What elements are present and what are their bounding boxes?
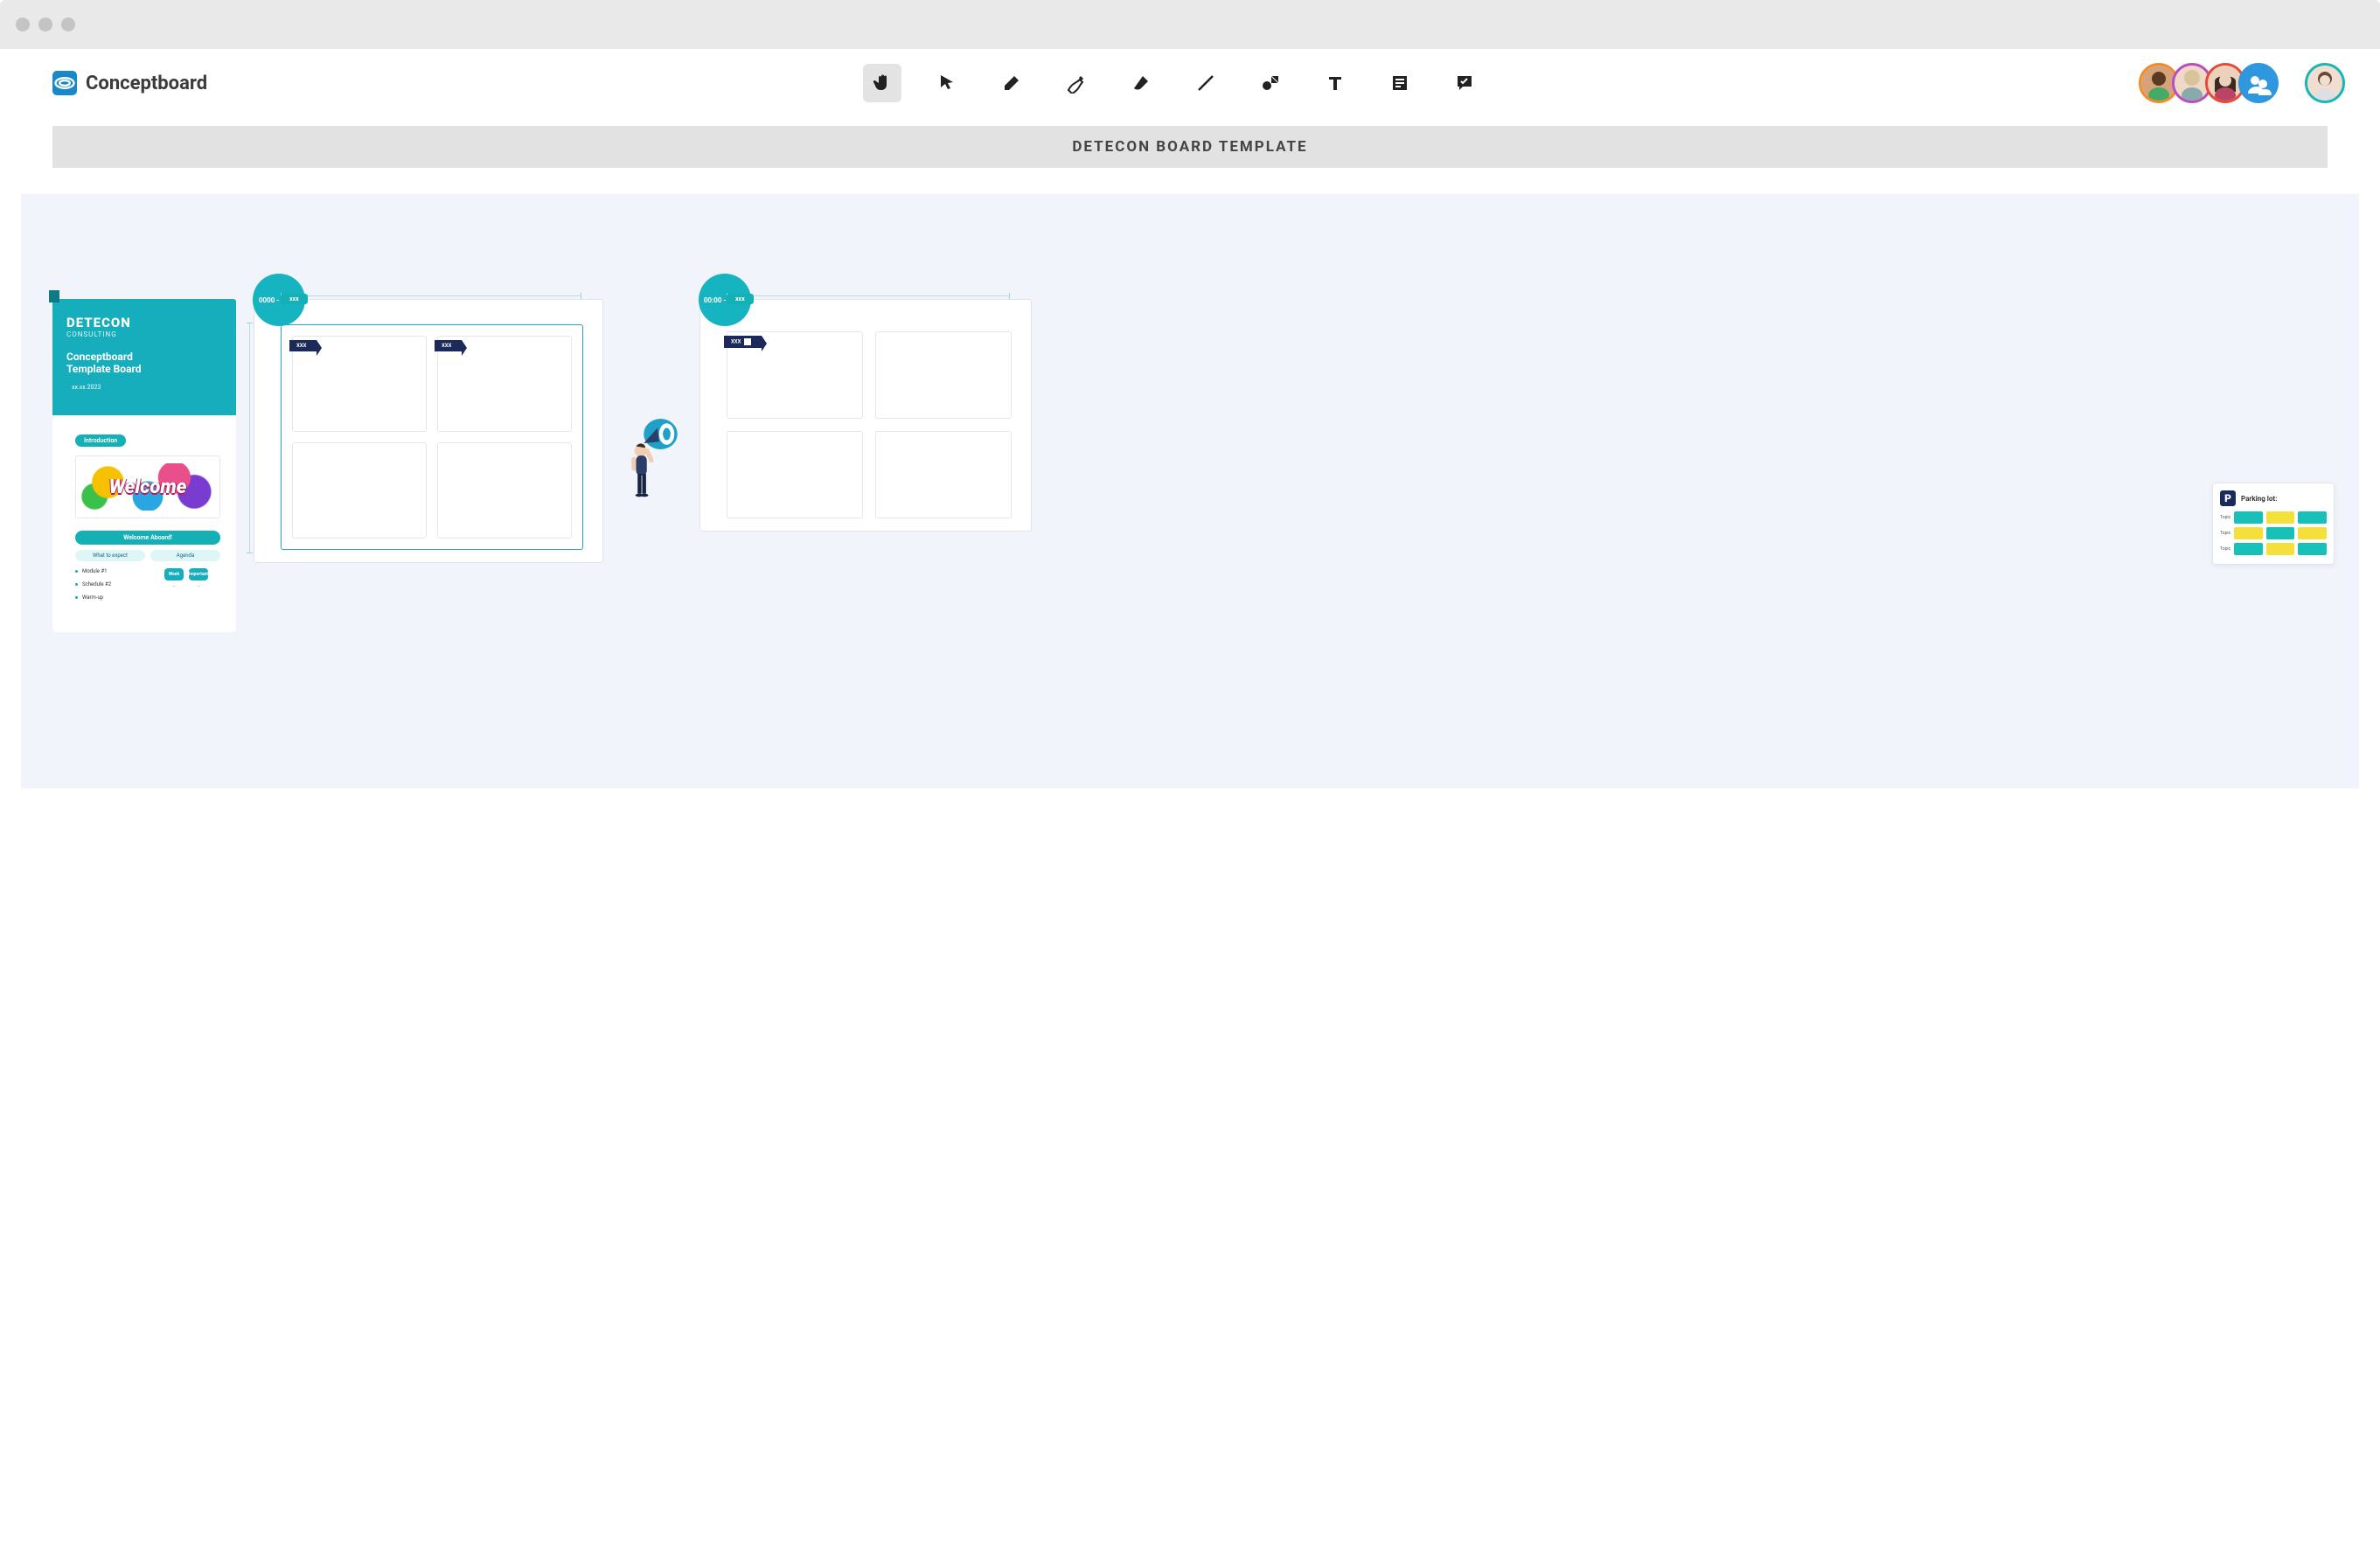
parking-icon: P bbox=[2220, 490, 2236, 506]
board-canvas[interactable]: DETECON CONSULTING Conceptboard Template… bbox=[21, 194, 2359, 789]
avatar-current-user[interactable] bbox=[2305, 63, 2345, 103]
intro-chip: Introduction bbox=[75, 434, 126, 447]
cover-brand: DETECON bbox=[66, 315, 222, 330]
parking-title: Parking lot: bbox=[2241, 495, 2277, 503]
window-dot bbox=[38, 17, 52, 31]
text-tool[interactable] bbox=[1316, 64, 1354, 102]
share-button[interactable] bbox=[2238, 63, 2279, 103]
sticky[interactable] bbox=[2266, 511, 2295, 524]
section-a-label: xxx bbox=[281, 294, 308, 304]
board-title: DETECON BOARD TEMPLATE bbox=[1072, 138, 1307, 156]
col-expect-label: What to expect bbox=[75, 550, 145, 561]
brush-tool[interactable] bbox=[1122, 64, 1160, 102]
section-a[interactable]: 0000 - 00:00 xxx XXX XXX bbox=[254, 299, 603, 563]
sticky[interactable] bbox=[2234, 543, 2263, 555]
frame-b3[interactable] bbox=[727, 431, 863, 518]
frame-b2[interactable] bbox=[875, 331, 1012, 419]
brand-logo-icon bbox=[52, 71, 77, 95]
pointer-tool[interactable] bbox=[928, 64, 966, 102]
frame-a4[interactable] bbox=[437, 442, 572, 539]
welcome-aboard-header: Welcome Aboard! bbox=[75, 531, 220, 545]
window-dot bbox=[16, 17, 30, 31]
frame-b1[interactable]: XXX bbox=[727, 331, 863, 419]
hand-tool[interactable] bbox=[863, 64, 901, 102]
frame-b4[interactable] bbox=[875, 431, 1012, 518]
welcome-text: Welcome bbox=[109, 476, 187, 498]
app-brand[interactable]: Conceptboard bbox=[52, 71, 207, 95]
parking-lot-card[interactable]: P Parking lot: Topic Topic Topic bbox=[2212, 483, 2335, 565]
collaborators bbox=[2139, 63, 2345, 103]
cover-card[interactable]: DETECON CONSULTING Conceptboard Template… bbox=[52, 299, 236, 632]
board-title-strip: DETECON BOARD TEMPLATE bbox=[52, 126, 2328, 168]
cover-date: xx.xx.2023 bbox=[66, 384, 222, 391]
sticky[interactable] bbox=[2234, 527, 2263, 539]
line-tool[interactable] bbox=[1187, 64, 1225, 102]
sticky[interactable] bbox=[2266, 543, 2295, 555]
sticky[interactable] bbox=[2266, 527, 2295, 539]
eraser-tool[interactable] bbox=[992, 64, 1031, 102]
selection-outline[interactable]: XXX XXX bbox=[281, 324, 583, 550]
pen-tool[interactable] bbox=[1057, 64, 1096, 102]
sticky[interactable] bbox=[2298, 511, 2327, 524]
note-tool[interactable] bbox=[1381, 64, 1419, 102]
cover-title: Conceptboard Template Board bbox=[66, 351, 222, 375]
welcome-image: Welcome bbox=[75, 455, 220, 518]
frame-a1[interactable]: XXX bbox=[292, 336, 427, 432]
toolbar bbox=[863, 64, 1484, 102]
comment-tool[interactable] bbox=[1445, 64, 1484, 102]
ruler-h bbox=[281, 295, 581, 296]
browser-chrome bbox=[0, 0, 2380, 49]
sticky[interactable] bbox=[2298, 527, 2327, 539]
frame-a2[interactable]: XXX bbox=[437, 336, 572, 432]
top-bar: Conceptboard bbox=[0, 49, 2380, 117]
col-agenda-label: Agenda bbox=[150, 550, 220, 561]
sticky[interactable] bbox=[2298, 543, 2327, 555]
frame-a3[interactable] bbox=[292, 442, 427, 539]
section-b-label: xxx bbox=[727, 294, 754, 304]
shape-tool[interactable] bbox=[1251, 64, 1290, 102]
window-dot bbox=[61, 17, 75, 31]
section-b[interactable]: 00:00 - 00:00 xxx XXX bbox=[699, 299, 1032, 532]
sticky[interactable] bbox=[2234, 511, 2263, 524]
megaphone-illustration bbox=[621, 413, 682, 508]
ruler-h bbox=[727, 295, 1010, 296]
ruler-v bbox=[249, 323, 250, 553]
brand-name: Conceptboard bbox=[86, 73, 207, 94]
cover-brand-sub: CONSULTING bbox=[66, 330, 222, 338]
